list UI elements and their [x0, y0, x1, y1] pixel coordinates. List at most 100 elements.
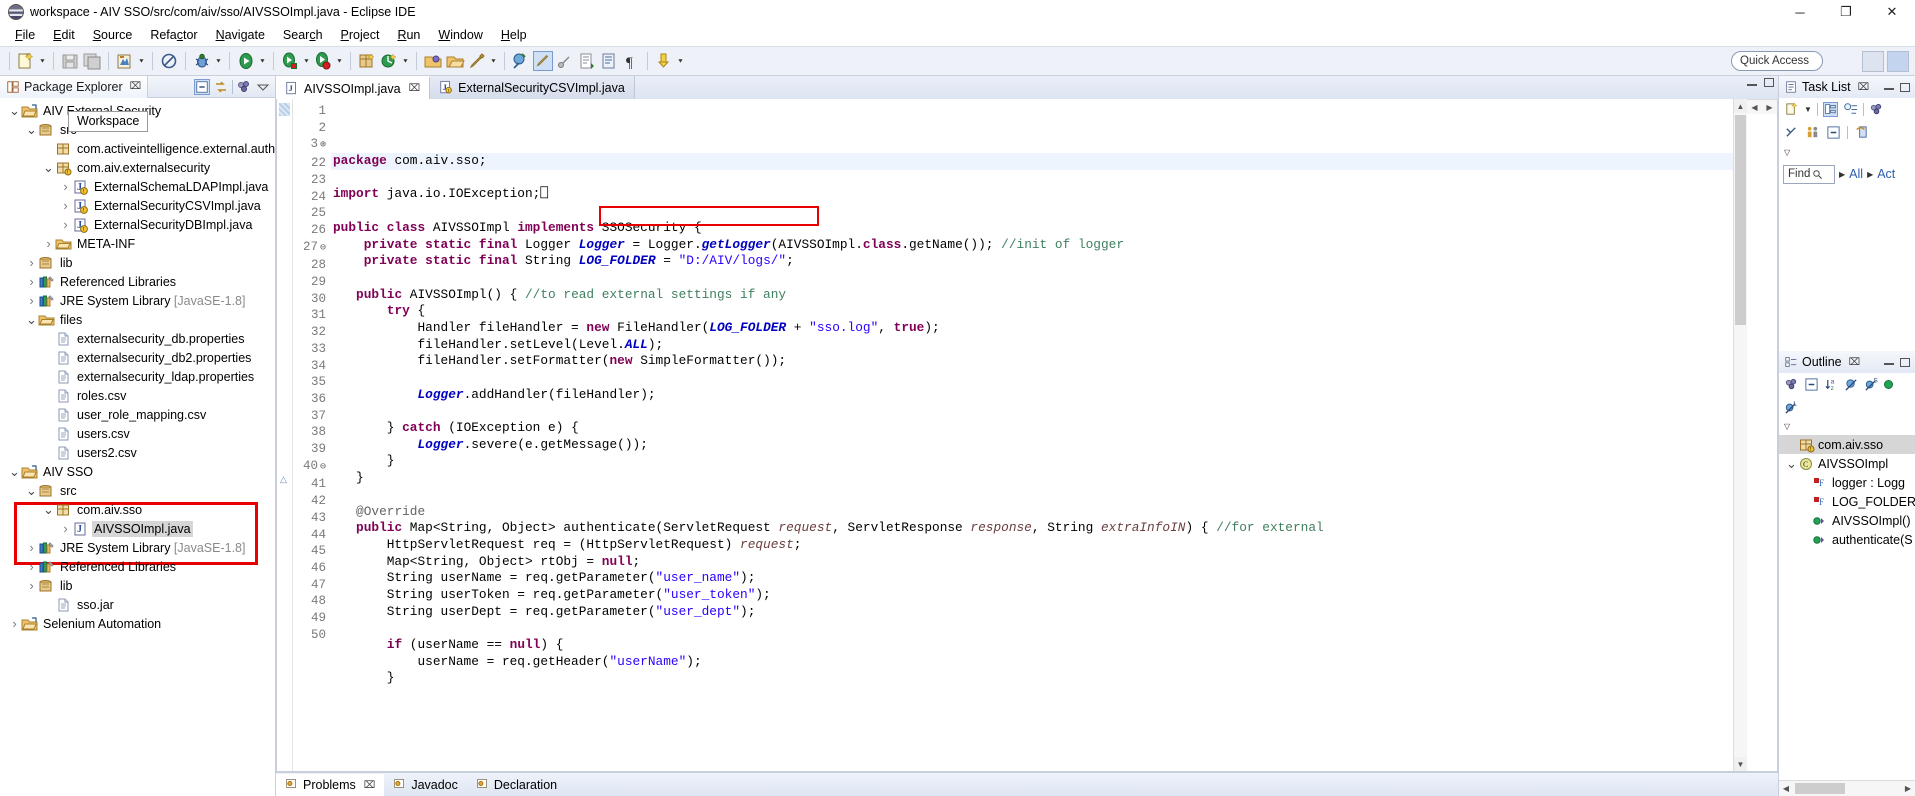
tree-item-externalsecurity-db-properties[interactable]: externalsecurity_db.properties [0, 329, 275, 348]
bottom-tab-declaration[interactable]: Declaration [467, 774, 566, 796]
code-line[interactable]: import java.io.IOException;⎕ [331, 186, 1733, 203]
tree-item-roles-csv[interactable]: roles.csv [0, 386, 275, 405]
code-line[interactable]: } [331, 470, 1733, 487]
scroll-right-icon[interactable]: ▶ [1762, 103, 1777, 112]
new-java-package-icon[interactable] [357, 51, 377, 71]
toggle-mark-occurrences-icon[interactable] [533, 51, 553, 71]
outline-item-log-folder[interactable]: F LOG_FOLDER [1779, 492, 1915, 511]
code-line[interactable] [331, 487, 1733, 504]
menu-source[interactable]: Source [84, 26, 142, 44]
minimize-outline-icon[interactable] [1884, 359, 1894, 365]
scroll-down-icon[interactable]: ▼ [1734, 757, 1747, 771]
minimize-editor-icon[interactable] [1747, 80, 1757, 86]
task-presentation-icon[interactable] [1869, 102, 1884, 117]
next-annotation-icon[interactable] [577, 51, 597, 71]
collapsed-twisty-icon[interactable]: › [25, 293, 38, 308]
tree-item-aiv-sso[interactable]: ⌄ AIV SSO [0, 462, 275, 481]
synchronize-tasks-icon[interactable] [1854, 125, 1869, 140]
code-line[interactable] [331, 403, 1733, 420]
collapsed-twisty-icon[interactable]: › [59, 179, 72, 194]
code-line[interactable]: package com.aiv.sso; [331, 153, 1733, 170]
open-resource-icon[interactable] [445, 51, 465, 71]
run-external-tools-icon[interactable] [280, 51, 300, 71]
outline-item-com-aiv-sso[interactable]: ! com.aiv.sso [1779, 435, 1915, 454]
tree-item-com-aiv-sso[interactable]: ⌄ com.aiv.sso [0, 500, 275, 519]
new-java-class-icon[interactable] [379, 51, 399, 71]
marker-dropdown-icon[interactable] [488, 51, 499, 71]
expanded-twisty-icon[interactable]: ⌄ [42, 503, 55, 516]
code-line[interactable]: String userDept = req.getParameter("user… [331, 604, 1733, 621]
editor-marker-bar[interactable]: △ [277, 99, 293, 771]
close-icon[interactable]: ⌧ [1858, 82, 1870, 93]
sort-icon[interactable]: az [1824, 377, 1839, 392]
editor-tab-externalsecuritycsvimpl[interactable]: J! ExternalSecurityCSVImpl.java [430, 76, 635, 99]
maximize-task-list-icon[interactable] [1900, 82, 1910, 92]
save-icon[interactable] [60, 51, 80, 71]
tree-item-jre-system-library[interactable]: › JRE System Library [JavaSE-1.8] [0, 291, 275, 310]
code-line[interactable] [331, 170, 1733, 187]
outline-item-aivssoimpl[interactable]: AIVSSOImpl() [1779, 511, 1915, 530]
expanded-twisty-icon[interactable]: ⌄ [8, 104, 21, 117]
filter-all-arrow-icon[interactable]: ▶ [1839, 170, 1845, 179]
run-server-icon[interactable] [313, 51, 333, 71]
tree-item-files[interactable]: ⌄ files [0, 310, 275, 329]
tree-item-referenced-libraries[interactable]: › Referenced Libraries [0, 272, 275, 291]
no-entry-icon[interactable] [159, 51, 179, 71]
show-activated-tasks-icon[interactable] [1805, 125, 1820, 140]
task-view-menu-icon[interactable]: ▽ [1784, 148, 1790, 157]
code-line[interactable]: Logger.severe(e.getMessage()); [331, 437, 1733, 454]
java-perspective-button[interactable] [1887, 51, 1909, 72]
project-tree[interactable]: Workspace ⌄AIV External Security⌄srccom.… [0, 98, 275, 796]
filter-activity-arrow-icon[interactable]: ▶ [1867, 170, 1873, 179]
outline-horizontal-scrollbar[interactable]: ◀ ▶ [1779, 780, 1915, 796]
outline-scrollbar-thumb[interactable] [1795, 783, 1845, 794]
new-class-dropdown-icon[interactable] [400, 51, 411, 71]
tree-item-meta-inf[interactable]: › META-INF [0, 234, 275, 253]
outline-item-logger-logg[interactable]: Flogger : Logg [1779, 473, 1915, 492]
task-list-header[interactable]: Task List ⌧ [1779, 76, 1915, 98]
expanded-twisty-icon[interactable]: ⌄ [42, 161, 55, 174]
link-with-editor-icon[interactable] [213, 79, 229, 95]
code-line[interactable] [331, 620, 1733, 637]
outline-tree[interactable]: ! com.aiv.sso ⌄ C AIVSSOImpl Flogger : Logg F L… [1779, 435, 1915, 780]
scheduled-view-icon[interactable] [1843, 102, 1858, 117]
bottom-tab-javadoc[interactable]: Javadoc [384, 774, 467, 796]
hide-local-types-icon[interactable]: L [1784, 400, 1799, 415]
pin-editor-icon[interactable] [511, 51, 531, 71]
editor-code[interactable]: package com.aiv.sso; import java.io.IOExc… [331, 99, 1733, 771]
view-menu-icon[interactable] [236, 79, 252, 95]
build-dropdown-icon[interactable] [136, 51, 147, 71]
code-line[interactable]: String userToken = req.getParameter("use… [331, 587, 1733, 604]
menu-refactor[interactable]: Refactor [141, 26, 206, 44]
collapsed-twisty-icon[interactable]: › [25, 255, 38, 270]
code-line[interactable]: fileHandler.setFormatter(new SimpleForma… [331, 353, 1733, 370]
code-line[interactable]: public Map<String, Object> authenticate(… [331, 520, 1733, 537]
new-task-dropdown-icon[interactable]: ▼ [1804, 105, 1812, 114]
collapsed-twisty-icon[interactable]: › [25, 274, 38, 289]
minimize-button[interactable]: ─ [1777, 0, 1823, 24]
code-line[interactable]: userName = req.getHeader("userName"); [331, 654, 1733, 671]
tree-item-users-csv[interactable]: users.csv [0, 424, 275, 443]
code-line[interactable]: HttpServletRequest req = (HttpServletReq… [331, 537, 1733, 554]
save-all-icon[interactable] [82, 51, 102, 71]
code-line[interactable]: } catch (IOException e) { [331, 420, 1733, 437]
collapsed-twisty-icon[interactable]: › [8, 616, 21, 631]
maximize-outline-icon[interactable] [1900, 357, 1910, 367]
tree-item-com-activeintelligence-external-auth[interactable]: com.activeintelligence.external.auth [0, 139, 275, 158]
code-line[interactable] [331, 203, 1733, 220]
fold-toggle-icon[interactable]: ⊖ [320, 243, 326, 254]
download-icon[interactable] [654, 51, 674, 71]
hide-static-icon[interactable]: S [1864, 377, 1879, 392]
code-line[interactable]: Handler fileHandler = new FileHandler(LO… [331, 320, 1733, 337]
collapsed-twisty-icon[interactable]: › [25, 578, 38, 593]
code-line[interactable] [331, 270, 1733, 287]
outline-scroll-left-icon[interactable]: ◀ [1779, 784, 1793, 793]
code-line[interactable]: fileHandler.setLevel(Level.ALL); [331, 337, 1733, 354]
maximize-button[interactable]: ❐ [1823, 0, 1869, 24]
run-dropdown-icon[interactable] [257, 51, 268, 71]
menu-file[interactable]: File [6, 26, 44, 44]
expanded-twisty-icon[interactable]: ⌄ [8, 465, 21, 478]
code-line[interactable]: } [331, 670, 1733, 687]
editor-tab-aivssoimpl[interactable]: J AIVSSOImpl.java ⌧ [276, 76, 431, 99]
tree-item-externalsecurity-db2-properties[interactable]: externalsecurity_db2.properties [0, 348, 275, 367]
